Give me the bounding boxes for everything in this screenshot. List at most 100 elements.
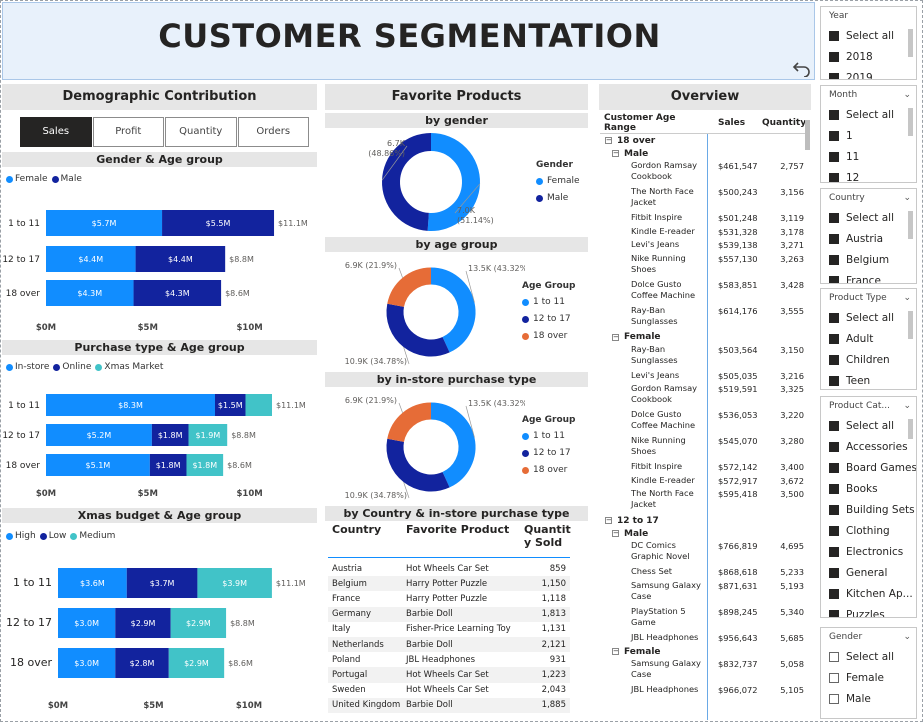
header-country[interactable]: Country [328,520,406,557]
table-row[interactable]: Austria Hot Wheels Car Set 859 [328,561,570,576]
matrix-row[interactable]: Kindle E-reader $531,328 3,178 [600,226,810,240]
header-quantity[interactable]: Quantity [762,118,806,128]
checkbox[interactable] [829,130,839,141]
slicer-option-select-all[interactable]: Select all [821,207,916,228]
slicer-option-1[interactable]: 1 [821,125,916,146]
slicer-option-clothing[interactable]: Clothing [821,520,916,541]
chevron-down-icon[interactable]: ⌄ [903,632,911,642]
slicer-scrollbar[interactable] [908,311,913,339]
chevron-down-icon[interactable]: ⌄ [903,193,911,203]
slice-1-to-11[interactable] [430,267,476,353]
slicer-option-teen[interactable]: Teen [821,370,916,389]
age-group-18-over[interactable]: −18 over [600,134,810,147]
legend-item-male[interactable]: Male [536,193,580,203]
matrix-row[interactable]: Nike Running Shoes $545,070 3,280 [600,435,810,461]
matrix-row[interactable]: Chess Set $868,618 5,233 [600,566,810,580]
legend-item-1-to-11[interactable]: 1 to 11 [522,297,576,307]
matrix-row[interactable]: The North Face Jacket $500,243 3,156 [600,186,810,212]
matrix-row[interactable]: Levi's Jeans $539,138 3,271 [600,239,810,253]
matrix-row[interactable]: Gordon Ramsay Cookbook $461,547 2,757 [600,160,810,186]
slicer-option-select-all[interactable]: Select all [821,25,916,46]
legend-item-high[interactable]: High [6,531,36,541]
checkbox[interactable] [829,420,839,431]
header-favorite-product[interactable]: Favorite Product [406,520,524,557]
slicer-option-select-all[interactable]: Select all [821,415,916,436]
checkbox[interactable] [829,275,839,283]
slicer-option-austria[interactable]: Austria [821,228,916,249]
legend-item-18-over[interactable]: 18 over [522,465,576,475]
slicer-header[interactable]: Gender ⌄ [821,628,916,646]
slicer-option-france[interactable]: France [821,270,916,283]
checkbox[interactable] [829,233,839,244]
table-row[interactable]: Belgium Harry Potter Puzzle 1,150 [328,576,570,592]
collapse-icon[interactable]: − [612,530,619,537]
tab-quantity[interactable]: Quantity [165,117,237,147]
checkbox[interactable] [829,151,839,162]
matrix-row[interactable]: Ray-Ban Sunglasses $614,176 3,555 [600,305,810,331]
gender-group-female[interactable]: − Female [600,331,810,344]
collapse-icon[interactable]: − [605,137,612,144]
slicer-option-select-all[interactable]: Select all [821,646,916,667]
matrix-row[interactable]: Samsung Galaxy Case $832,737 5,058 [600,658,810,684]
checkbox[interactable] [829,525,839,536]
legend-item-xmas-market[interactable]: Xmas Market [95,362,163,372]
legend-item-male[interactable]: Male [51,174,82,184]
legend-item-female[interactable]: Female [536,176,580,186]
slice-18-over[interactable] [387,267,432,308]
slicer-option-2018[interactable]: 2018 [821,46,916,67]
checkbox[interactable] [829,651,839,662]
matrix-row[interactable]: PlayStation 5 Game $898,245 5,340 [600,606,810,632]
matrix-row[interactable]: DC Comics Graphic Novel $766,819 4,695 [600,540,810,566]
chevron-down-icon[interactable]: ⌄ [903,401,911,411]
header-age-range[interactable]: Customer Age Range [600,113,706,133]
collapse-icon[interactable]: − [612,648,619,655]
slicer-option-kitchen-ap[interactable]: Kitchen Ap... [821,583,916,604]
checkbox[interactable] [829,72,839,79]
checkbox[interactable] [829,441,839,452]
legend-item-18-over[interactable]: 18 over [522,331,576,341]
checkbox[interactable] [829,354,839,365]
slice-12-to-17[interactable] [386,303,450,357]
checkbox[interactable] [829,462,839,473]
legend-item-in-store[interactable]: In-store [6,362,49,372]
tab-sales[interactable]: Sales [20,117,92,147]
table-row[interactable]: Sweden Hot Wheels Car Set 2,043 [328,683,570,698]
header-sales[interactable]: Sales [706,118,762,128]
table-row[interactable]: France Harry Potter Puzzle 1,118 [328,591,570,606]
matrix-row[interactable]: Gordon Ramsay Cookbook $519,591 3,325 [600,383,810,409]
slice-12-to-17[interactable] [386,438,450,492]
chevron-down-icon[interactable]: ⌄ [903,90,911,100]
slicer-option-male[interactable]: Male [821,688,916,709]
matrix-row[interactable]: Dolce Gusto Coffee Machine $583,851 3,428 [600,279,810,305]
slicer-header[interactable]: Product Cat... ⌄ [821,397,916,415]
slicer-option-belgium[interactable]: Belgium [821,249,916,270]
legend-item-low[interactable]: Low [39,531,66,541]
slicer-header[interactable]: Year [821,7,916,25]
slicer-option-board-games[interactable]: Board Games [821,457,916,478]
matrix-row[interactable]: Ray-Ban Sunglasses $503,564 3,150 [600,344,810,370]
slicer-option-children[interactable]: Children [821,349,916,370]
slicer-option-female[interactable]: Female [821,667,916,688]
tab-orders[interactable]: Orders [237,117,309,147]
slicer-option-2019[interactable]: 2019 [821,67,916,79]
slicer-scrollbar[interactable] [908,211,913,239]
slicer-option-puzzles[interactable]: Puzzles [821,604,916,617]
age-group-12-to-17[interactable]: −12 to 17 [600,514,810,527]
slicer-option-adult[interactable]: Adult [821,328,916,349]
gender-group-female[interactable]: − Female [600,645,810,658]
checkbox[interactable] [829,254,839,265]
checkbox[interactable] [829,312,839,323]
legend-item-12-to-17[interactable]: 12 to 17 [522,314,576,324]
checkbox[interactable] [829,588,839,599]
checkbox[interactable] [829,567,839,578]
gender-group-male[interactable]: − Male [600,527,810,540]
slice-1-to-11[interactable] [430,402,476,488]
collapse-icon[interactable]: − [612,333,619,341]
slicer-header[interactable]: Product Type ⌄ [821,289,916,307]
legend-item-online[interactable]: Online [53,362,91,372]
matrix-row[interactable]: The North Face Jacket $595,418 3,500 [600,488,810,514]
checkbox[interactable] [829,172,839,182]
slicer-option-general[interactable]: General [821,562,916,583]
checkbox[interactable] [829,30,839,41]
header-quantity-sold[interactable]: Quantit y Sold [524,520,571,557]
